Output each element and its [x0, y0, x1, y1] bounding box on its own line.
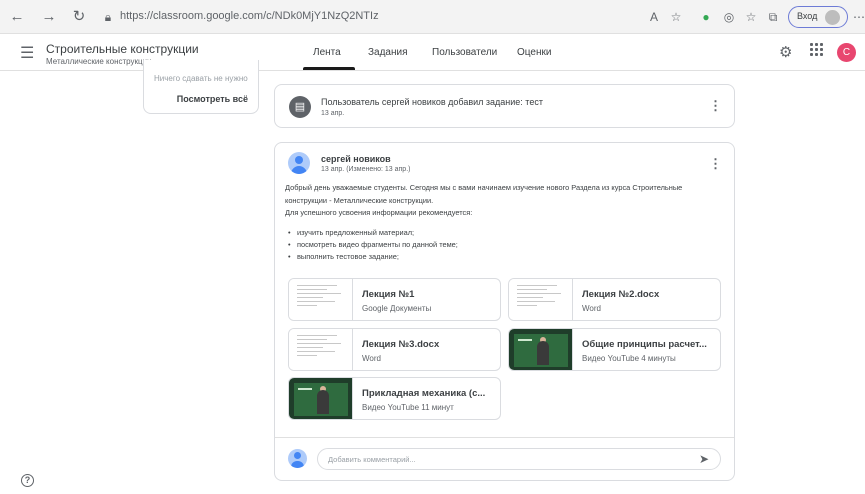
document-thumbnail: [289, 329, 353, 370]
post-date: 13 апр. (Изменено: 13 апр.): [321, 166, 411, 173]
announcement-card: сергей новиков 13 апр. (Изменено: 13 апр…: [274, 142, 735, 481]
assignment-notice-text[interactable]: Пользователь сергей новиков добавил зада…: [321, 97, 543, 107]
tab-classwork[interactable]: Задания: [368, 47, 408, 58]
favorites-bar-icon[interactable]: ☆: [743, 9, 759, 25]
upcoming-card: Ничего сдавать не нужно Посмотреть всё: [143, 60, 259, 114]
apps-grid-icon[interactable]: [810, 43, 824, 57]
favorite-icon[interactable]: ☆: [668, 9, 684, 25]
attachment-title: Лекция №1: [362, 289, 415, 300]
lock-icon[interactable]: 🔒︎: [100, 9, 116, 25]
more-options-icon[interactable]: ⋮: [709, 156, 722, 172]
course-title[interactable]: Строительные конструкции: [46, 42, 199, 56]
assignment-notice-date: 13 апр.: [321, 110, 345, 117]
more-options-icon[interactable]: ⋮: [709, 98, 722, 114]
comment-input[interactable]: [317, 448, 721, 470]
tab-stream[interactable]: Лента: [313, 47, 341, 58]
view-all-link[interactable]: Посмотреть всё: [177, 94, 248, 104]
attachment-doc[interactable]: Лекция №2.docx Word: [508, 278, 721, 321]
tab-people[interactable]: Пользователи: [432, 47, 497, 58]
help-icon[interactable]: ?: [21, 474, 34, 487]
more-icon[interactable]: ⋯: [851, 9, 865, 25]
menu-icon[interactable]: ☰: [20, 43, 34, 63]
active-tab-indicator: [303, 67, 355, 70]
course-subtitle: Металлические конструкции: [46, 57, 152, 66]
video-thumbnail: [289, 378, 353, 419]
attachment-subtitle: Видео YouTube 11 минут: [362, 403, 454, 412]
attachment-video[interactable]: Общие принципы расчет... Видео YouTube 4…: [508, 328, 721, 371]
upcoming-empty-text: Ничего сдавать не нужно: [154, 74, 248, 83]
attachment-subtitle: Google Документы: [362, 304, 432, 313]
attachment-video[interactable]: Прикладная механика (с... Видео YouTube …: [288, 377, 501, 420]
read-aloud-icon[interactable]: A: [646, 9, 662, 25]
post-bullet: выполнить тестовое задание;: [288, 252, 399, 261]
post-author: сергей новиков: [321, 154, 391, 164]
user-avatar: [288, 449, 307, 468]
browser-toolbar: ← → ↻ 🔒︎ https://classroom.google.com/c/…: [0, 0, 865, 34]
attachment-doc[interactable]: Лекция №3.docx Word: [288, 328, 501, 371]
divider: [275, 437, 734, 438]
assignment-notice-card[interactable]: ▤ Пользователь сергей новиков добавил за…: [274, 84, 735, 128]
post-bullet: посмотреть видео фрагменты по данной тем…: [288, 240, 458, 249]
gear-icon[interactable]: ⚙: [779, 43, 792, 61]
attachment-subtitle: Word: [362, 354, 381, 363]
document-thumbnail: [289, 279, 353, 320]
assignment-icon: ▤: [289, 96, 311, 118]
post-text-line: Добрый день уважаемые студенты. Сегодня …: [285, 183, 683, 192]
attachment-title: Прикладная механика (с...: [362, 388, 486, 399]
extension-icon[interactable]: ●: [698, 9, 714, 25]
classroom-header: ☰ Строительные конструкции Металлические…: [0, 35, 865, 71]
profile-button[interactable]: Вход: [788, 6, 848, 28]
attachment-title: Общие принципы расчет...: [582, 339, 707, 350]
post-text-line: конструкции - Металлические конструкции.: [285, 196, 434, 205]
url-text[interactable]: https://classroom.google.com/c/NDk0MjY1N…: [120, 10, 379, 22]
video-thumbnail: [509, 329, 573, 370]
post-text-line: Для успешного усвоения информации рекоме…: [285, 208, 473, 217]
profile-avatar: [825, 10, 840, 25]
tracking-icon[interactable]: ◎: [721, 9, 737, 25]
attachment-doc[interactable]: Лекция №1 Google Документы: [288, 278, 501, 321]
reload-icon[interactable]: ↻: [70, 8, 88, 26]
document-thumbnail: [509, 279, 573, 320]
profile-label: Вход: [797, 11, 818, 21]
attachment-title: Лекция №2.docx: [582, 289, 660, 300]
send-icon[interactable]: ➤: [699, 452, 709, 466]
tab-grades[interactable]: Оценки: [517, 47, 551, 58]
attachment-subtitle: Word: [582, 304, 601, 313]
account-avatar[interactable]: C: [837, 43, 856, 62]
collections-icon[interactable]: ⧉: [765, 9, 781, 25]
post-bullet: изучить предложенный материал;: [288, 228, 414, 237]
attachment-subtitle: Видео YouTube 4 минуты: [582, 354, 676, 363]
forward-icon[interactable]: →: [40, 8, 58, 26]
attachment-title: Лекция №3.docx: [362, 339, 440, 350]
author-avatar: [288, 152, 310, 174]
back-icon[interactable]: ←: [8, 8, 26, 26]
